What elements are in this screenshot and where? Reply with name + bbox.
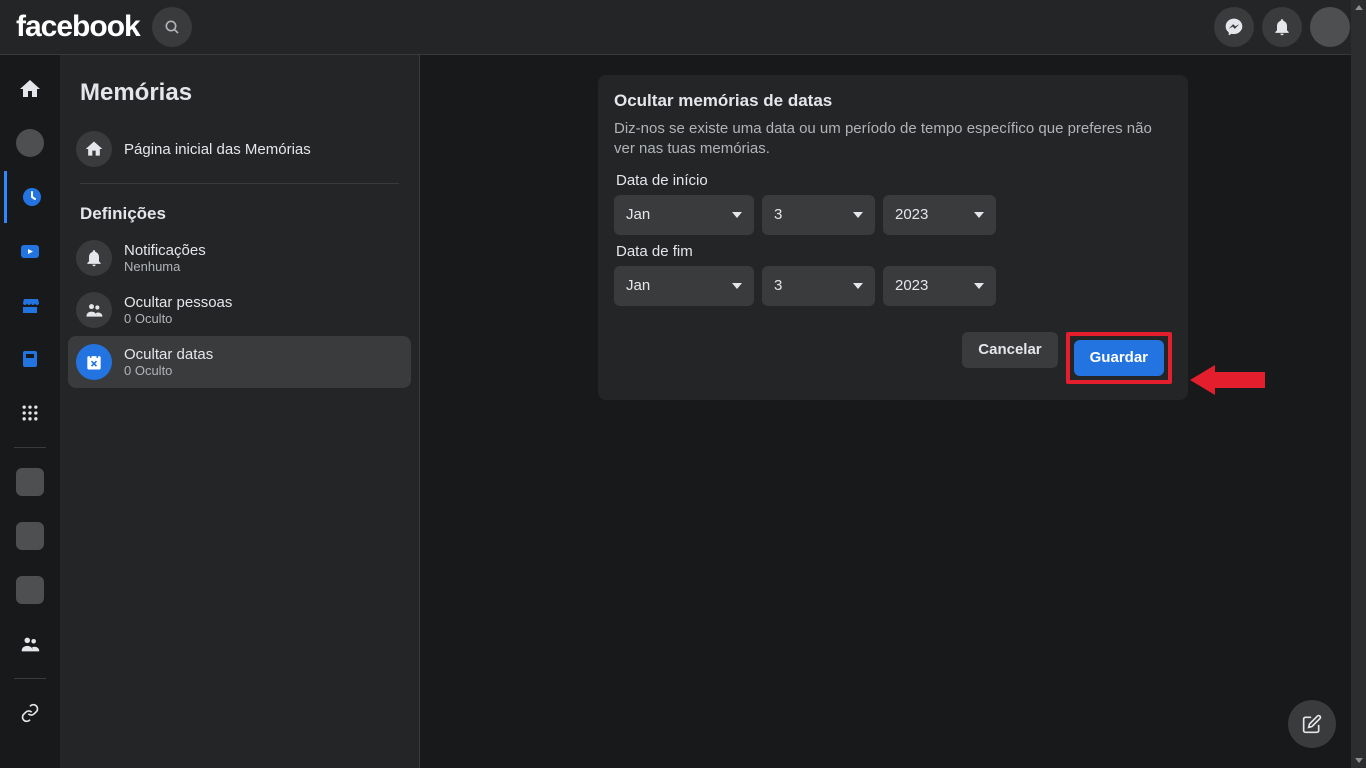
sidebar-item-sub: Nenhuma	[124, 259, 206, 274]
edit-icon	[1302, 714, 1322, 734]
scrollbar-up[interactable]	[1351, 0, 1366, 15]
left-rail	[0, 55, 60, 768]
people-circle-icon	[76, 292, 112, 328]
rail-profile[interactable]	[4, 117, 56, 169]
chevron-down-icon	[853, 283, 863, 289]
sidebar-item-sub: 0 Oculto	[124, 311, 232, 326]
start-day-select[interactable]: 3	[762, 195, 875, 235]
people-icon	[19, 633, 41, 655]
rail-watch[interactable]	[4, 225, 56, 277]
rail-shortcut-3[interactable]	[4, 564, 56, 616]
facebook-logo[interactable]: facebook	[16, 10, 140, 44]
sidebar-item-label: Página inicial das Memórias	[124, 141, 311, 158]
sidebar-memories-home[interactable]: Página inicial das Memórias	[68, 123, 411, 175]
messenger-icon	[1224, 17, 1244, 37]
shortcut-icon	[16, 468, 44, 496]
grid-icon	[20, 403, 40, 423]
rail-shortcut-2[interactable]	[4, 510, 56, 562]
calendar-circle-icon	[76, 344, 112, 380]
avatar-icon	[16, 129, 44, 157]
hide-dates-card: Ocultar memórias de datas Diz-nos se exi…	[598, 75, 1188, 400]
chevron-down-icon	[732, 212, 742, 218]
rail-groups[interactable]	[4, 333, 56, 385]
compose-button[interactable]	[1288, 700, 1336, 748]
start-year-select[interactable]: 2023	[883, 195, 996, 235]
shortcut-icon	[16, 522, 44, 550]
end-day-select[interactable]: 3	[762, 266, 875, 306]
chevron-down-icon	[974, 212, 984, 218]
groups-icon	[18, 347, 42, 371]
select-value: 3	[774, 206, 782, 223]
card-title: Ocultar memórias de datas	[614, 91, 1172, 111]
sidebar-item-label: Ocultar datas	[124, 346, 213, 363]
sidebar-item-label: Ocultar pessoas	[124, 294, 232, 311]
bell-circle-icon	[76, 240, 112, 276]
rail-memories[interactable]	[4, 171, 56, 223]
select-value: 3	[774, 277, 782, 294]
rail-shortcut-1[interactable]	[4, 456, 56, 508]
scrollbar-down[interactable]	[1351, 753, 1366, 768]
sidebar-item-label: Notificações	[124, 242, 206, 259]
shortcut-icon	[16, 576, 44, 604]
home-circle-icon	[76, 131, 112, 167]
home-icon	[18, 77, 42, 101]
sidebar-item-sub: 0 Oculto	[124, 363, 213, 378]
link-icon	[20, 703, 40, 723]
sidebar-section-title: Definições	[68, 192, 411, 232]
search-button[interactable]	[152, 7, 192, 47]
cancel-button[interactable]: Cancelar	[962, 332, 1057, 368]
end-year-select[interactable]: 2023	[883, 266, 996, 306]
chevron-down-icon	[732, 283, 742, 289]
marketplace-icon	[18, 293, 42, 317]
account-avatar[interactable]	[1310, 7, 1350, 47]
sidebar-hide-dates[interactable]: Ocultar datas 0 Oculto	[68, 336, 411, 388]
select-value: Jan	[626, 277, 650, 294]
select-value: Jan	[626, 206, 650, 223]
page-title: Memórias	[68, 71, 411, 123]
select-value: 2023	[895, 206, 928, 223]
scrollbar[interactable]	[1351, 0, 1366, 768]
sidebar-notifications[interactable]: Notificações Nenhuma	[68, 232, 411, 284]
start-month-select[interactable]: Jan	[614, 195, 754, 235]
save-button[interactable]: Guardar	[1074, 340, 1164, 376]
sidebar: Memórias Página inicial das Memórias Def…	[60, 55, 420, 768]
bell-icon	[1272, 17, 1292, 37]
watch-icon	[18, 239, 42, 263]
content: Ocultar memórias de datas Diz-nos se exi…	[420, 55, 1366, 768]
end-month-select[interactable]: Jan	[614, 266, 754, 306]
card-description: Diz-nos se existe uma data ou um período…	[614, 119, 1172, 160]
rail-separator	[14, 447, 46, 448]
rail-shortcut-4[interactable]	[4, 618, 56, 670]
rail-menu[interactable]	[4, 387, 56, 439]
sidebar-hide-people[interactable]: Ocultar pessoas 0 Oculto	[68, 284, 411, 336]
chevron-down-icon	[974, 283, 984, 289]
notifications-button[interactable]	[1262, 7, 1302, 47]
rail-home[interactable]	[4, 63, 56, 115]
rail-link[interactable]	[4, 687, 56, 739]
messenger-button[interactable]	[1214, 7, 1254, 47]
save-button-highlight: Guardar	[1066, 332, 1172, 384]
search-icon	[164, 19, 180, 35]
divider	[80, 183, 399, 184]
chevron-down-icon	[853, 212, 863, 218]
end-date-label: Data de fim	[616, 243, 1170, 260]
select-value: 2023	[895, 277, 928, 294]
rail-marketplace[interactable]	[4, 279, 56, 331]
clock-icon	[20, 185, 44, 209]
header: facebook	[0, 0, 1366, 55]
rail-separator	[14, 678, 46, 679]
start-date-label: Data de início	[616, 172, 1170, 189]
